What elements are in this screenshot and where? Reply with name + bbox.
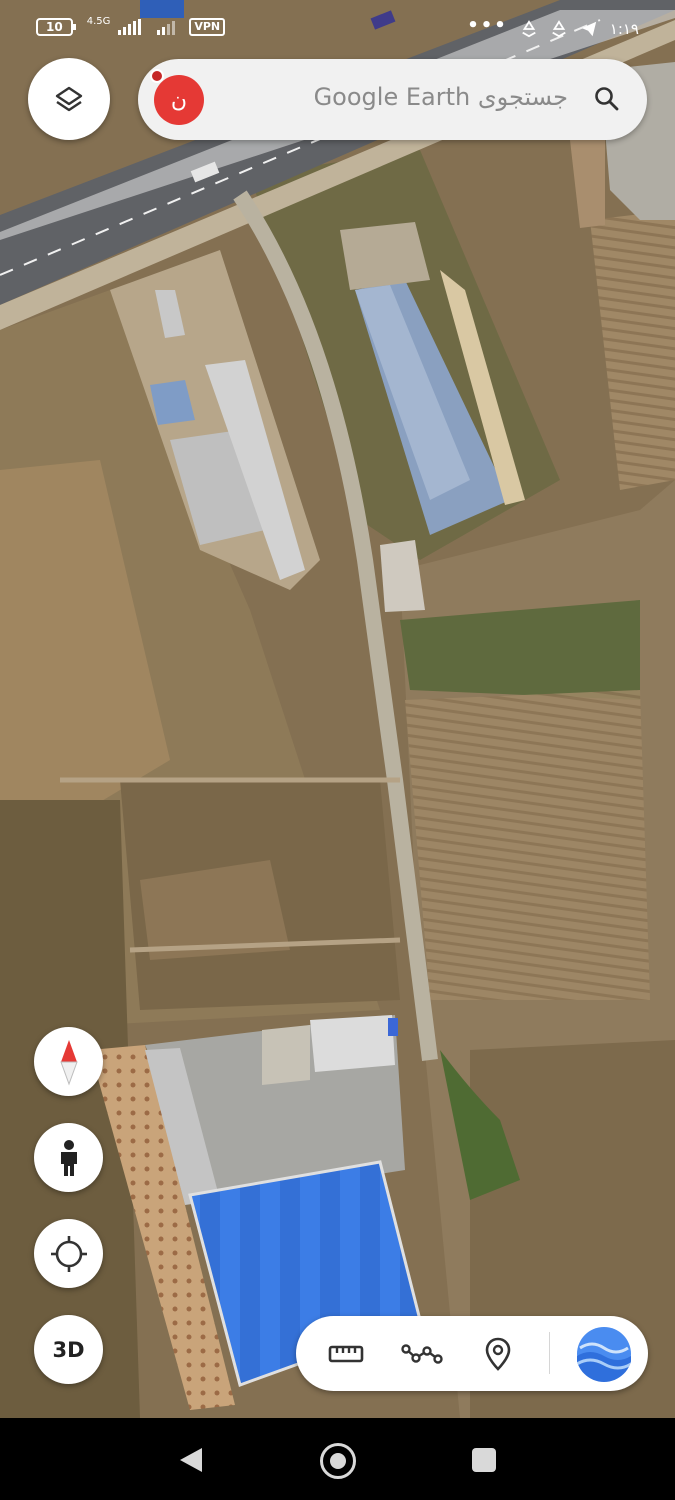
add-placemark-button[interactable] — [476, 1332, 520, 1376]
vpn-badge: VPN — [189, 18, 226, 36]
battery-indicator: 10 — [36, 18, 76, 36]
bottom-toolbar — [296, 1316, 648, 1391]
compass-button[interactable] — [34, 1027, 103, 1096]
street-view-button[interactable] — [34, 1123, 103, 1192]
layers-button[interactable] — [28, 58, 110, 140]
search-bar[interactable]: ن جستجوی Google Earth — [138, 59, 647, 140]
search-placeholder[interactable]: جستجوی Google Earth — [248, 83, 568, 111]
signal-icon-2 — [157, 19, 176, 35]
status-left: 10 4.5G VPN — [36, 15, 226, 36]
network-type: 4.5G — [86, 15, 111, 27]
compass-icon — [59, 1039, 78, 1085]
earth-logo-button[interactable] — [576, 1326, 632, 1382]
measure-button[interactable] — [324, 1332, 368, 1376]
my-location-button[interactable] — [34, 1219, 103, 1288]
3d-label: 3D — [52, 1337, 85, 1362]
satellite-map[interactable] — [0, 0, 675, 1418]
status-right: ••• ۱:۱۹ — [467, 15, 639, 39]
avatar-initial: ن — [170, 87, 188, 113]
signal-icon — [118, 19, 142, 35]
recycle-icon-2 — [552, 19, 566, 37]
layers-icon — [55, 86, 83, 112]
home-icon[interactable] — [320, 1443, 356, 1479]
crosshair-icon — [50, 1235, 87, 1272]
search-icon[interactable] — [593, 85, 621, 113]
satellite-imagery — [0, 0, 675, 1418]
recents-icon[interactable] — [472, 1448, 496, 1472]
back-icon[interactable] — [178, 1446, 204, 1474]
recycle-icon — [522, 19, 536, 37]
notification-dot — [150, 69, 164, 83]
earth-logo-icon — [576, 1327, 632, 1382]
draw-path-button[interactable] — [400, 1332, 444, 1376]
status-bar: 10 4.5G VPN ••• ۱:۱۹ — [0, 0, 675, 62]
account-avatar[interactable]: ن — [154, 75, 204, 125]
telegram-icon — [581, 21, 596, 36]
toolbar-divider — [549, 1332, 550, 1374]
ruler-icon — [328, 1345, 364, 1363]
person-icon — [60, 1139, 77, 1176]
system-nav-bar — [0, 1418, 675, 1500]
3d-toggle-button[interactable]: 3D — [34, 1315, 103, 1384]
path-icon — [401, 1344, 443, 1364]
pin-icon — [485, 1337, 511, 1371]
overflow-dots: ••• — [467, 15, 508, 36]
clock: ۱:۱۹ — [609, 19, 639, 38]
